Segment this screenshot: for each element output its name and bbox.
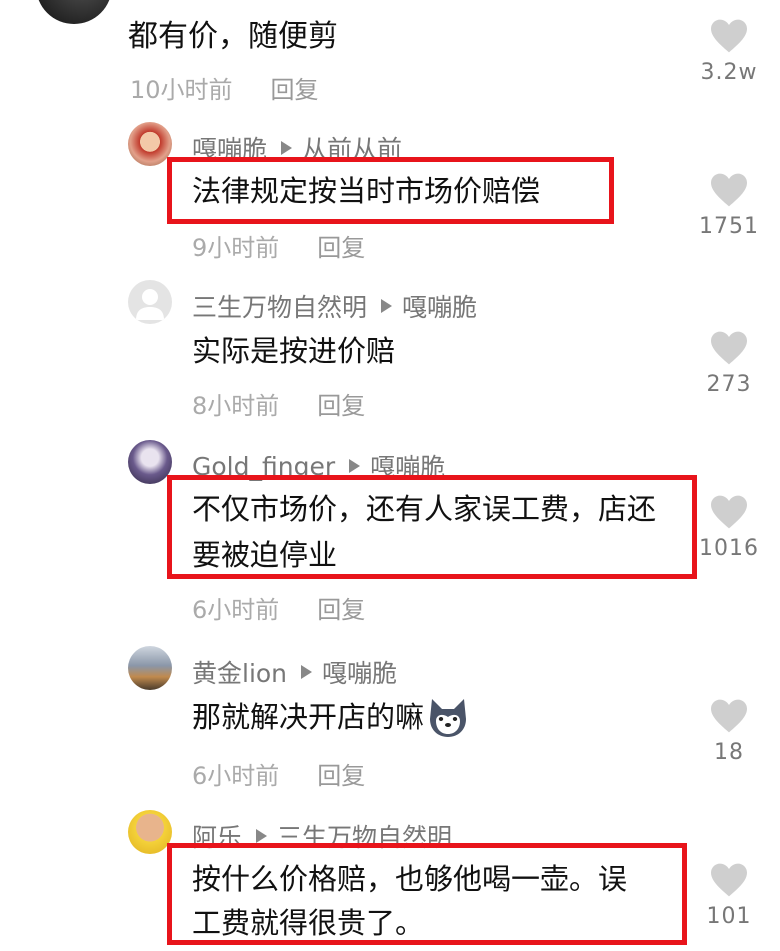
comment-meta: 6小时前 回复 <box>192 590 365 625</box>
like-button[interactable]: 3.2w <box>684 18 774 85</box>
heart-icon <box>711 495 747 529</box>
triangle-arrow-icon <box>301 665 313 679</box>
reply-button[interactable]: 回复 <box>317 596 365 624</box>
default-user-icon <box>136 289 164 320</box>
comment-time: 9小时前 <box>192 234 280 262</box>
avatar[interactable] <box>128 646 172 690</box>
like-button[interactable]: 101 <box>684 862 774 929</box>
comment-text: 实际是按进价赔 <box>192 334 396 368</box>
heart-icon <box>711 331 747 365</box>
avatar[interactable] <box>36 0 112 24</box>
like-count: 1751 <box>699 214 759 239</box>
comment-time: 10小时前 <box>130 76 233 104</box>
like-count: 273 <box>706 372 752 397</box>
comment-time: 8小时前 <box>192 392 280 420</box>
comment-text-content: 那就解决开店的嘛 <box>192 700 425 734</box>
comment-time: 6小时前 <box>192 762 280 790</box>
avatar[interactable] <box>128 122 172 166</box>
like-count: 101 <box>706 904 752 929</box>
reply-button[interactable]: 回复 <box>317 762 365 790</box>
comment-meta: 6小时前 回复 <box>192 756 365 791</box>
heart-icon <box>711 863 747 897</box>
like-button[interactable]: 18 <box>684 698 774 765</box>
triangle-arrow-icon <box>281 141 293 155</box>
like-count: 18 <box>714 740 744 765</box>
avatar[interactable] <box>128 440 172 484</box>
avatar[interactable] <box>128 810 172 854</box>
like-button[interactable]: 273 <box>684 330 774 397</box>
username[interactable]: 黄金lion <box>192 654 287 690</box>
avatar[interactable] <box>128 280 172 324</box>
reply-button[interactable]: 回复 <box>317 234 365 262</box>
like-count: 1016 <box>699 536 759 561</box>
comment-meta: 8小时前 回复 <box>192 386 365 421</box>
reply-to-username[interactable]: 嘎嘣脆 <box>322 654 397 690</box>
comment-meta: 10小时前 回复 <box>130 70 319 105</box>
comment-text: 都有价，随便剪 <box>128 19 338 54</box>
triangle-arrow-icon <box>381 299 393 313</box>
comment-header: 三生万物自然明 嘎嘣脆 <box>192 288 477 324</box>
highlight-box <box>167 843 687 945</box>
reply-button[interactable]: 回复 <box>271 76 319 104</box>
highlight-box <box>167 475 697 579</box>
triangle-arrow-icon <box>349 459 361 473</box>
highlight-box <box>167 157 614 224</box>
heart-icon <box>711 19 747 53</box>
comment-time: 6小时前 <box>192 596 280 624</box>
heart-icon <box>711 699 747 733</box>
username[interactable]: 三生万物自然明 <box>192 288 367 324</box>
like-button[interactable]: 1016 <box>684 494 774 561</box>
comment-meta: 9小时前 回复 <box>192 228 365 263</box>
like-count: 3.2w <box>700 60 758 85</box>
comment-text: 那就解决开店的嘛 <box>192 694 470 740</box>
reply-to-username[interactable]: 嘎嘣脆 <box>402 288 477 324</box>
husky-emoji-icon <box>430 699 467 737</box>
triangle-arrow-icon <box>256 829 268 843</box>
comment-header: 黄金lion 嘎嘣脆 <box>192 654 397 690</box>
reply-button[interactable]: 回复 <box>317 392 365 420</box>
heart-icon <box>711 173 747 207</box>
like-button[interactable]: 1751 <box>684 172 774 239</box>
